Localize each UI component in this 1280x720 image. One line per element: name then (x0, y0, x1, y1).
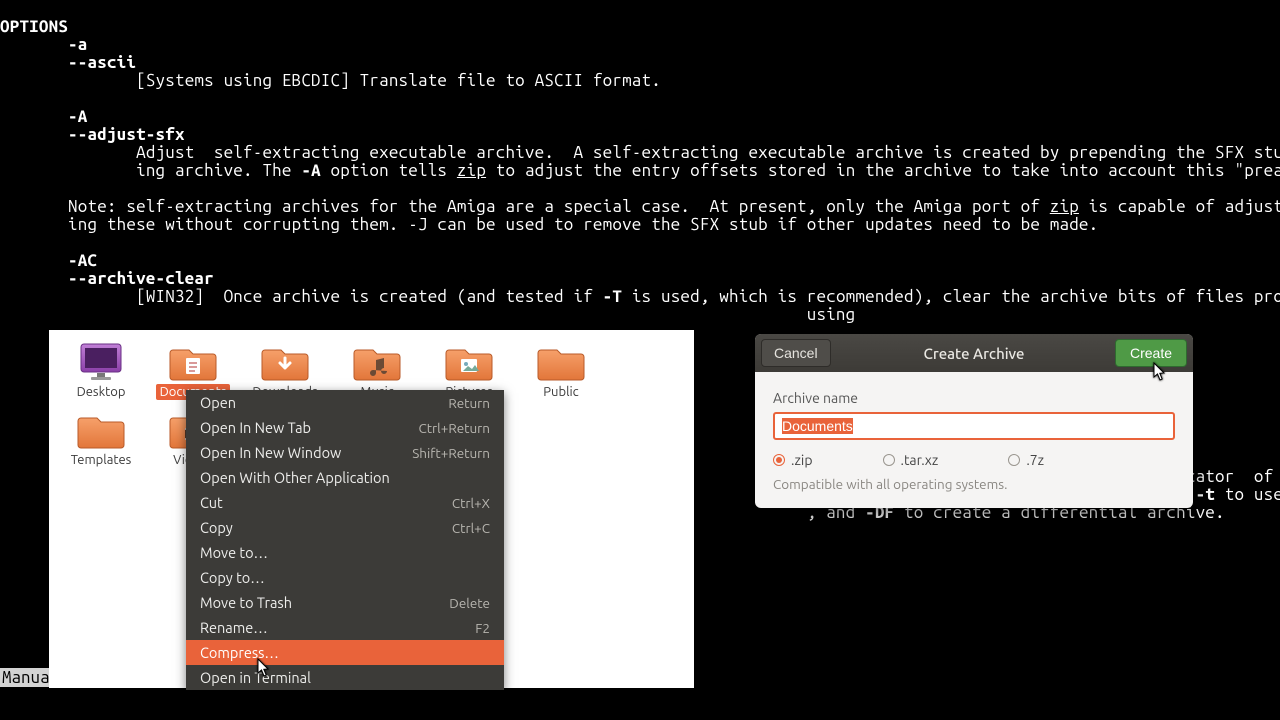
ctx-shortcut: F2 (475, 620, 490, 636)
ctx-label: Copy (200, 519, 233, 536)
ctx-open-in-terminal[interactable]: Open in Terminal (186, 665, 504, 690)
fm-item-desktop[interactable]: Desktop (55, 336, 147, 404)
ctx-shortcut: Ctrl+Return (418, 420, 490, 436)
radio-bullet-icon (773, 454, 785, 466)
ctx-shortcut: Delete (449, 595, 490, 611)
format-radio-zip[interactable]: .zip (773, 452, 813, 468)
format-radio-7z[interactable]: .7z (1008, 452, 1044, 468)
radio-label: .tar.xz (901, 452, 939, 468)
radio-bullet-icon (883, 454, 895, 466)
ctx-copy-to[interactable]: Copy to… (186, 565, 504, 590)
ctx-shortcut: Ctrl+C (452, 520, 490, 536)
ctx-label: Copy to… (200, 569, 265, 586)
ctx-shortcut: Shift+Return (412, 445, 490, 461)
ctx-shortcut: Return (448, 395, 490, 411)
fm-item-templates[interactable]: Templates (55, 404, 147, 472)
ctx-label: Compress… (200, 644, 279, 661)
ctx-label: Rename… (200, 619, 268, 636)
ctx-label: Cut (200, 494, 223, 511)
ctx-open-with-other-application[interactable]: Open With Other Application (186, 465, 504, 490)
compat-note: Compatible with all operating systems. (773, 476, 1175, 492)
ctx-copy[interactable]: Copy Ctrl+C (186, 515, 504, 540)
create-archive-dialog[interactable]: Cancel Create Archive Create Archive nam… (755, 334, 1193, 508)
radio-label: .7z (1026, 452, 1044, 468)
fm-item-label: Public (539, 384, 582, 400)
ctx-label: Open (200, 394, 236, 411)
ctx-move-to-trash[interactable]: Move to Trash Delete (186, 590, 504, 615)
ctx-label: Move to… (200, 544, 268, 561)
create-button[interactable]: Create (1115, 339, 1187, 367)
manpage-status-fragment: Manua (0, 668, 52, 687)
fm-item-public[interactable]: Public (515, 336, 607, 404)
archive-name-input[interactable] (773, 412, 1175, 440)
ctx-compress[interactable]: Compress… (186, 640, 504, 665)
ctx-shortcut: Ctrl+X (452, 495, 490, 511)
ctx-open-in-new-tab[interactable]: Open In New Tab Ctrl+Return (186, 415, 504, 440)
ctx-move-to[interactable]: Move to… (186, 540, 504, 565)
ctx-open-in-new-window[interactable]: Open In New Window Shift+Return (186, 440, 504, 465)
ctx-label: Move to Trash (200, 594, 292, 611)
context-menu[interactable]: OpenReturnOpen In New TabCtrl+ReturnOpen… (186, 390, 504, 690)
dialog-header: Cancel Create Archive Create (755, 334, 1193, 372)
format-radio-tarxz[interactable]: .tar.xz (883, 452, 939, 468)
ctx-open[interactable]: Open Return (186, 390, 504, 415)
ctx-label: Open In New Window (200, 444, 341, 461)
fm-item-label: Templates (67, 452, 136, 468)
ctx-label: Open in Terminal (200, 669, 311, 686)
fm-item-label: Desktop (73, 384, 130, 400)
ctx-label: Open With Other Application (200, 469, 390, 486)
cancel-button[interactable]: Cancel (761, 339, 831, 367)
ctx-cut[interactable]: Cut Ctrl+X (186, 490, 504, 515)
radio-label: .zip (791, 452, 813, 468)
ctx-rename[interactable]: Rename… F2 (186, 615, 504, 640)
radio-bullet-icon (1008, 454, 1020, 466)
archive-name-label: Archive name (773, 390, 1175, 406)
ctx-label: Open In New Tab (200, 419, 311, 436)
dialog-title: Create Archive (924, 345, 1025, 362)
format-radio-group[interactable]: .zip .tar.xz .7z (773, 452, 1175, 468)
